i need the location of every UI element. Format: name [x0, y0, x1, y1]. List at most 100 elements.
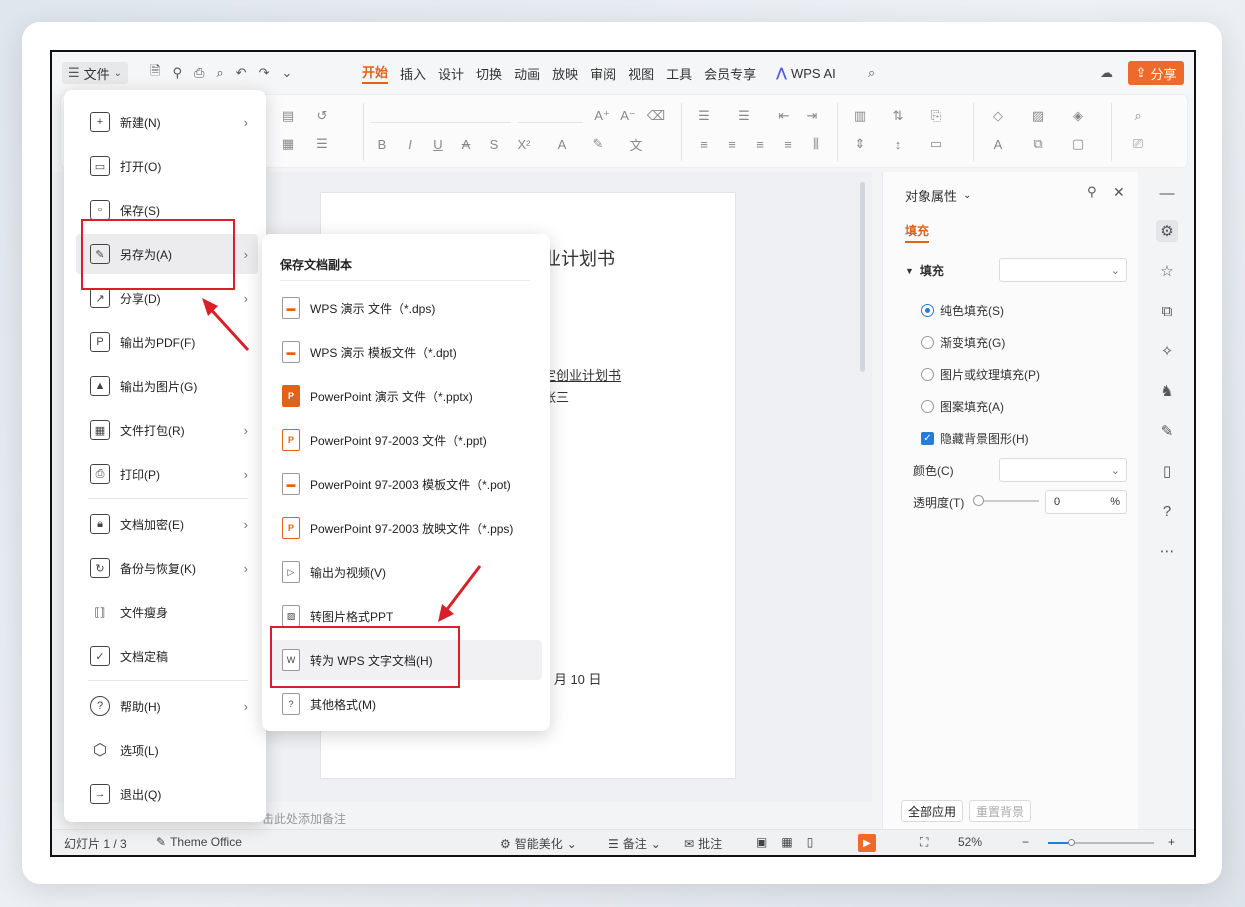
align-center-icon[interactable]: ≡ — [721, 135, 743, 153]
comments-button[interactable]: ✉ 批注 — [684, 835, 722, 852]
decrease-indent-icon[interactable]: ⇤ — [773, 107, 795, 125]
tab-animations[interactable]: 动画 — [514, 64, 540, 83]
reset-background-button[interactable]: 重置背景 — [969, 800, 1032, 822]
hide-background-checkbox[interactable]: ✓ 隐藏背景图形(H) — [921, 430, 1029, 447]
save-icon[interactable]: 🗎 — [150, 62, 160, 84]
tab-insert[interactable]: 插入 — [400, 64, 426, 83]
feedback-icon[interactable]: ✎ — [1156, 420, 1178, 442]
undo-icon[interactable]: ↶ — [236, 65, 247, 81]
tab-member[interactable]: 会员专享 — [704, 64, 756, 83]
more-icon[interactable]: ⌄ — [281, 65, 292, 81]
shadow-icon[interactable]: S — [483, 135, 505, 153]
sorter-view-icon[interactable]: ▦ — [781, 835, 792, 849]
menu-item-export-image[interactable]: ▲ 输出为图片(G) — [76, 366, 258, 406]
menu-item-help[interactable]: ? 帮助(H) › — [76, 686, 258, 726]
distribute-icon[interactable]: ⫼ — [805, 135, 827, 153]
menu-item-package[interactable]: ▦ 文件打包(R) › — [76, 410, 258, 450]
menu-item-slim[interactable]: ⟦⟧ 文件瘦身 — [76, 592, 258, 632]
pane-title[interactable]: 对象属性 ⌄ — [905, 186, 971, 205]
zoom-slider[interactable] — [1048, 839, 1154, 846]
magic-icon[interactable]: ✧ — [1156, 340, 1178, 362]
pin-icon[interactable]: ⚲ — [1087, 184, 1097, 200]
section-icon[interactable]: ▦ — [277, 135, 299, 153]
help-icon[interactable]: ? — [1156, 500, 1178, 522]
save-as-pptx[interactable]: P PowerPoint 演示 文件（*.pptx) — [270, 376, 542, 416]
normal-view-icon[interactable]: ▣ — [756, 835, 767, 849]
theme-indicator[interactable]: ✎ Theme Office — [156, 835, 242, 849]
slider-handle[interactable] — [973, 495, 984, 506]
increase-indent-icon[interactable]: ⇥ — [801, 107, 823, 125]
align-right-icon[interactable]: ≡ — [749, 135, 771, 153]
strikethrough-icon[interactable]: A — [455, 135, 477, 153]
select-icon[interactable]: ⎚ — [1127, 135, 1149, 153]
tab-home[interactable]: 开始 — [362, 62, 389, 84]
shirt-icon[interactable]: ♞ — [1156, 380, 1178, 402]
zoom-handle[interactable] — [1068, 839, 1075, 846]
phonetic-icon[interactable]: 文 — [625, 135, 647, 153]
menu-item-exit[interactable]: → 退出(Q) — [76, 774, 258, 814]
picture-icon[interactable]: ▨ — [1027, 107, 1049, 125]
share-button[interactable]: ⇪ 分享 — [1128, 61, 1184, 85]
book-icon[interactable]: ▯ — [1156, 460, 1178, 482]
bullet-list-icon[interactable]: ☰ — [693, 107, 715, 125]
redo-icon[interactable]: ↷ — [259, 65, 270, 81]
numbered-list-icon[interactable]: ☰ — [733, 107, 755, 125]
italic-icon[interactable]: I — [399, 135, 421, 153]
transform-icon[interactable]: ⧉ — [1156, 300, 1178, 322]
columns-icon[interactable]: ▥ — [849, 107, 871, 125]
menu-item-options[interactable]: ⬡ 选项(L) — [76, 730, 258, 770]
tab-design[interactable]: 设计 — [438, 64, 464, 83]
fill-icon[interactable]: ◈ — [1067, 107, 1089, 125]
shapes-icon[interactable]: ◇ — [987, 107, 1009, 125]
text-direction-icon[interactable]: ⇅ — [887, 107, 909, 125]
arrange-icon[interactable]: ⧉ — [1027, 135, 1049, 153]
font-grow-icon[interactable]: A⁺ — [591, 107, 613, 125]
wps-ai-button[interactable]: ⋀ WPS AI — [776, 62, 836, 84]
line-spacing-icon[interactable]: ↕ — [887, 135, 909, 153]
link-icon[interactable]: ⚲ — [172, 65, 182, 81]
font-size-input[interactable] — [517, 105, 583, 123]
fill-dropdown[interactable]: ⌄ — [999, 258, 1127, 282]
clear-format-icon[interactable]: ⌫ — [645, 107, 667, 125]
convert-icon[interactable]: ⎘ — [925, 107, 947, 125]
reset-icon[interactable]: ↺ — [311, 107, 333, 125]
close-icon[interactable]: ✕ — [1113, 184, 1125, 201]
save-as-dpt[interactable]: ▬ WPS 演示 模板文件（*.dpt) — [270, 332, 542, 372]
apply-all-button[interactable]: 全部应用 — [901, 800, 964, 822]
align-left-icon[interactable]: ≡ — [693, 135, 715, 153]
notes-button[interactable]: ☰ 备注 ⌄ — [608, 835, 661, 852]
font-color-icon[interactable]: A — [551, 135, 573, 153]
file-menu-button[interactable]: ☰ 文件 ⌄ — [62, 62, 129, 84]
textbox-insert-icon[interactable]: A — [987, 135, 1009, 153]
highlight-icon[interactable]: ✎ — [587, 135, 609, 153]
menu-item-finalize[interactable]: ✓ 文档定稿 — [76, 636, 258, 676]
smart-beautify-button[interactable]: ⚙ 智能美化 ⌄ — [500, 835, 577, 852]
font-shrink-icon[interactable]: A⁻ — [617, 107, 639, 125]
transparency-input[interactable]: 0 % — [1045, 490, 1127, 514]
gradient-fill-option[interactable]: 渐变填充(G) — [921, 334, 1005, 351]
print-icon[interactable]: ⎙ — [194, 65, 204, 81]
justify-icon[interactable]: ≡ — [777, 135, 799, 153]
save-as-pps[interactable]: P PowerPoint 97-2003 放映文件（*.pps) — [270, 508, 542, 548]
play-slideshow-button[interactable]: ▶ — [858, 834, 876, 852]
save-as-pot[interactable]: ▬ PowerPoint 97-2003 模板文件（*.pot) — [270, 464, 542, 504]
search-icon[interactable]: ⌕ — [868, 62, 875, 84]
tab-review[interactable]: 审阅 — [590, 64, 616, 83]
vertical-align-icon[interactable]: ⇕ — [849, 135, 871, 153]
pattern-fill-option[interactable]: 图案填充(A) — [921, 398, 1004, 415]
cloud-upload-icon[interactable]: ☁ — [1100, 62, 1113, 84]
zoom-in-icon[interactable]: + — [1168, 835, 1175, 849]
fit-window-icon[interactable]: ⛶ — [920, 835, 928, 850]
menu-item-encrypt[interactable]: 🔒︎ 文档加密(E) › — [76, 504, 258, 544]
menu-item-backup[interactable]: ↻ 备份与恢复(K) › — [76, 548, 258, 588]
tab-transitions[interactable]: 切换 — [476, 64, 502, 83]
menu-item-open[interactable]: ▭ 打开(O) — [76, 146, 258, 186]
zoom-level[interactable]: 52% — [958, 835, 982, 849]
text-box-icon[interactable]: ▭ — [925, 135, 947, 153]
minimize-icon[interactable]: — — [1156, 182, 1178, 204]
save-as-dps[interactable]: ▬ WPS 演示 文件（*.dps) — [270, 288, 542, 328]
tab-slideshow[interactable]: 放映 — [552, 64, 578, 83]
menu-item-new[interactable]: + 新建(N) › — [76, 102, 258, 142]
tab-view[interactable]: 视图 — [628, 64, 654, 83]
picture-fill-option[interactable]: 图片或纹理填充(P) — [921, 366, 1040, 383]
